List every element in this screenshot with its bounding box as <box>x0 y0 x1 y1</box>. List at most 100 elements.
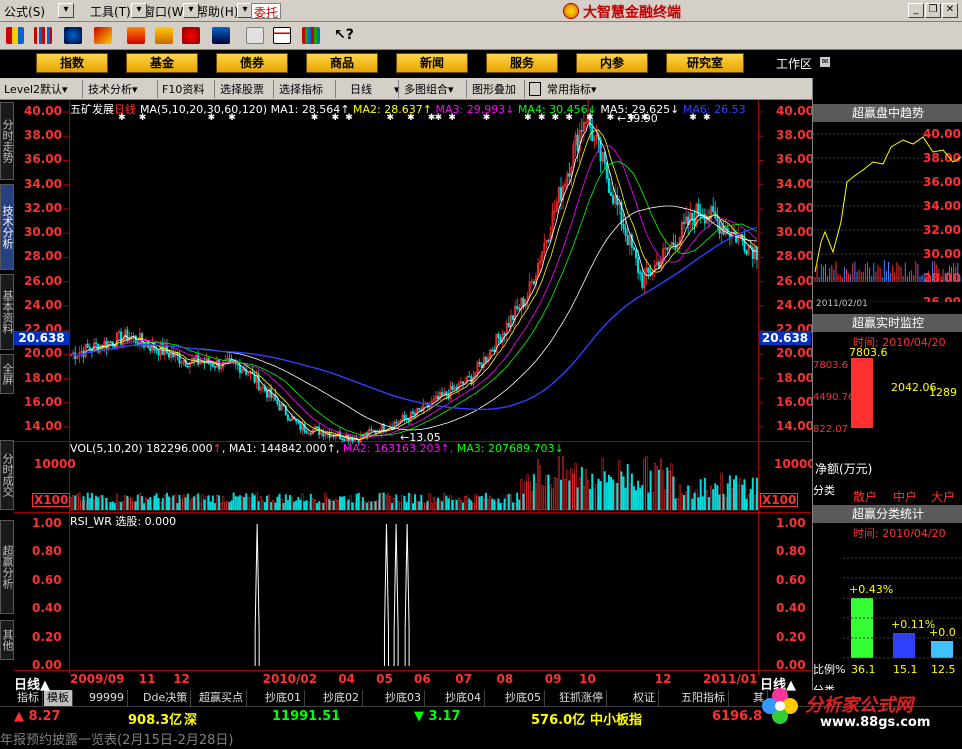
candle-body <box>468 375 471 378</box>
indicator-tab[interactable]: 抄底01 <box>262 690 305 706</box>
pencil-icon[interactable] <box>155 27 173 44</box>
side-tab-chaoying[interactable]: 超赢分析 <box>0 520 14 614</box>
volume-bar <box>218 495 221 511</box>
period-label: 日线 <box>114 103 136 116</box>
volume-bar <box>683 495 685 511</box>
nav-commodity-button[interactable]: 商品 <box>306 53 378 73</box>
multi-chart-menu[interactable]: 多图组合▾ <box>404 81 454 97</box>
indicator-tab[interactable]: 狂抓涨停 <box>556 690 607 706</box>
right-panel: 超赢盘中趋势 40.00 38.00 36.00 34.00 32.00 30.00 28.… <box>812 78 962 697</box>
side-tab-intraday[interactable]: 分时走势 <box>0 102 14 180</box>
alert-icon[interactable] <box>127 27 145 44</box>
nav-fund-button[interactable]: 基金 <box>126 53 198 73</box>
nav-bond-button[interactable]: 债券 <box>216 53 288 73</box>
menu-window[interactable]: 窗口(W) <box>143 3 188 19</box>
menu-dropdown-icon[interactable]: ▾ <box>131 3 147 18</box>
template-select[interactable]: Level2默认▾ <box>4 81 68 97</box>
f10-button[interactable]: F10资料 <box>162 81 204 97</box>
menu-formula[interactable]: 公式(S) <box>4 3 45 19</box>
price-tick-left: 34.00 <box>24 176 62 191</box>
status-change-2: ▼ 3.17 <box>414 709 461 724</box>
lock-icon[interactable] <box>529 82 541 96</box>
books-icon[interactable] <box>302 27 320 44</box>
indicator-tab[interactable]: Dde决策 <box>140 690 192 706</box>
candle-body <box>622 223 625 229</box>
candle-body <box>499 337 502 343</box>
ticker-text[interactable]: 年报预约披露一览表(2月15日-2月28日) <box>0 729 233 748</box>
print-icon[interactable] <box>246 27 264 44</box>
side-tab-tech[interactable]: 技术分析 <box>0 184 14 270</box>
tech-analysis-menu[interactable]: 技术分析▾ <box>88 81 138 97</box>
indicator-tab[interactable]: 五阳指标 <box>678 690 729 706</box>
menu-dropdown-icon[interactable]: ▾ <box>183 3 199 18</box>
restore-icon[interactable]: ❐ <box>925 3 941 18</box>
volume-bar <box>184 497 187 511</box>
volume-bar <box>253 495 256 511</box>
volume-bar <box>90 493 93 511</box>
select-indicator-button[interactable]: 选择指标 <box>279 81 323 97</box>
nav-service-button[interactable]: 服务 <box>486 53 558 73</box>
quote-icon[interactable] <box>6 27 24 44</box>
tools-icon[interactable] <box>94 27 112 44</box>
volume-bar <box>347 499 350 511</box>
nav-insider-button[interactable]: 内参 <box>576 53 648 73</box>
nav-index-button[interactable]: 指数 <box>36 53 108 73</box>
window-icon[interactable] <box>273 27 291 44</box>
monitor-bar-label: 1289 <box>929 386 957 399</box>
ma1-label: MA1: 28.564↑ <box>270 103 350 116</box>
volume-bar <box>666 467 669 511</box>
chart-svg[interactable]: ✱ ✱ ✱ ✱ ✱ ✱ ✱ ✱ ✱ ✱ ✱ ✱ ✱ ✱ ✱ ✱ ✱ ✱ ✱ ✱ ✱ ✱ ✱ <box>14 100 811 690</box>
menu-tools[interactable]: 工具(T) <box>90 3 131 19</box>
candle-body <box>297 421 300 423</box>
overlay-button[interactable]: 图形叠加 <box>472 81 516 97</box>
side-tab-fullscreen[interactable]: 全屏 <box>0 354 14 394</box>
candle-body <box>299 421 302 431</box>
link-icon[interactable] <box>212 27 230 44</box>
candle-body <box>682 222 686 224</box>
indicator-tab[interactable]: 权证 <box>630 690 659 706</box>
volume-bar <box>339 496 341 511</box>
volume-bar <box>516 492 519 511</box>
minimize-icon[interactable]: _ <box>908 3 924 18</box>
nav-news-button[interactable]: 新闻 <box>396 53 468 73</box>
news-ticker[interactable]: 年报预约披露一览表(2月15日-2月28日) 分析家公式网 www.88gs.c… <box>0 688 962 749</box>
side-tab-trades[interactable]: 分时成交 <box>0 440 14 510</box>
select-stock-button[interactable]: 选择股票 <box>220 81 264 97</box>
volume-bar <box>493 499 496 511</box>
weituo-button[interactable]: 委托 <box>251 3 282 20</box>
side-tab-basic[interactable]: 基本资料 <box>0 274 14 350</box>
indicator-tab[interactable]: 抄底02 <box>320 690 363 706</box>
workspace-label[interactable]: 工作区 <box>776 55 812 72</box>
date-label: 07 <box>455 672 472 686</box>
bars-icon[interactable] <box>34 27 52 44</box>
stats-bar <box>851 598 873 658</box>
chart-circle-icon[interactable] <box>182 27 200 44</box>
period-select[interactable]: 日线 ▾ <box>350 81 400 97</box>
indicator-tab[interactable]: 抄底03 <box>382 690 425 706</box>
indicator-tab[interactable]: 99999 <box>86 690 128 706</box>
nav-research-button[interactable]: 研究室 <box>666 53 744 73</box>
candle-body <box>395 421 398 424</box>
menu-dropdown-icon[interactable]: ▾ <box>58 3 74 18</box>
date-label: 12 <box>173 672 190 686</box>
candle-body <box>288 419 291 421</box>
status-index-3: 6196.8 <box>712 709 763 724</box>
binoculars-icon[interactable] <box>64 27 82 44</box>
candle-body <box>484 356 487 362</box>
candle-body <box>95 342 98 345</box>
mail-icon[interactable]: ✉ <box>820 57 830 67</box>
common-indicators-menu[interactable]: 常用指标▾ <box>547 81 597 97</box>
volume-bar <box>687 485 690 511</box>
candle-body <box>309 432 312 435</box>
close-icon[interactable]: ✕ <box>942 3 958 18</box>
side-tab-other[interactable]: 其他 <box>0 620 14 660</box>
menu-help[interactable]: 帮助(H) <box>196 3 238 19</box>
candle-body <box>547 240 550 242</box>
indicator-tab[interactable]: 抄底04 <box>442 690 485 706</box>
kline-chart[interactable]: ✱ ✱ ✱ ✱ ✱ ✱ ✱ ✱ ✱ ✱ ✱ ✱ ✱ ✱ ✱ ✱ ✱ ✱ ✱ ✱ ✱ ✱ ✱ 五矿发展日线 MA(5,10,20… <box>14 100 816 690</box>
volume-bar <box>639 487 642 511</box>
help-cursor-icon[interactable]: ↖? <box>334 27 354 44</box>
indicator-tab[interactable]: 抄底05 <box>502 690 545 706</box>
indicator-tab[interactable]: 超赢买点 <box>196 690 247 706</box>
price-tick-left: 18.00 <box>24 370 62 385</box>
